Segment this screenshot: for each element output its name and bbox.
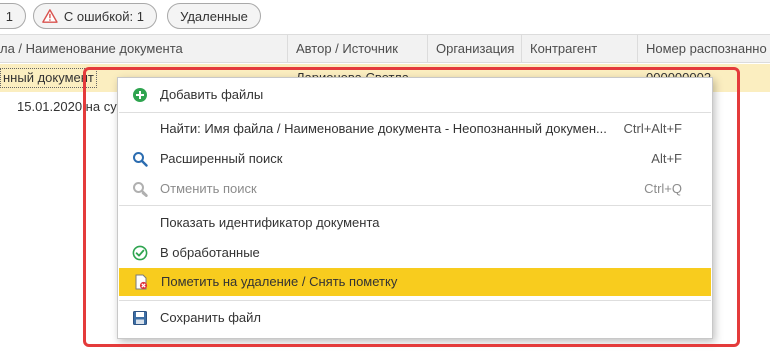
add-circle-icon [133,88,147,102]
menu-item-shortcut: Ctrl+Q [644,181,682,196]
menu-item-save-file[interactable]: Сохранить файл [118,304,712,332]
menu-item-label: В обработанные [160,245,260,260]
menu-item-shortcut: Alt+F [651,151,682,166]
filter-deleted-label: Удаленные [180,8,248,24]
menu-item-cancel-search[interactable]: Отменить поиск Ctrl+Q [118,175,712,203]
menu-separator [119,112,711,113]
cancel-search-icon [133,182,148,197]
menu-item-add-files[interactable]: Добавить файлы [118,81,712,109]
column-header-author[interactable]: Автор / Источник [287,35,427,63]
check-circle-icon [132,245,148,261]
filter-count-pill[interactable]: 1 [0,3,26,29]
search-icon [133,152,148,167]
filter-error-label: С ошибкой: 1 [63,8,144,24]
column-header-counterparty[interactable]: Контрагент [521,35,637,63]
menu-item-label: Отменить поиск [160,181,257,196]
menu-item-label: Пометить на удаление / Снять пометку [161,274,398,289]
column-header-name[interactable]: ла / Наименование документа [0,35,287,63]
menu-item-find-by-field[interactable]: Найти: Имя файла / Наименование документ… [118,115,712,143]
table-header: ла / Наименование документа Автор / Исто… [0,34,770,63]
menu-item-shortcut: Ctrl+Alt+F [623,121,682,136]
column-header-organization[interactable]: Организация [427,35,521,63]
menu-item-label: Показать идентификатор документа [160,215,380,230]
menu-item-label: Добавить файлы [160,87,264,102]
filter-deleted-pill[interactable]: Удаленные [167,3,261,29]
filter-count-label: 1 [5,8,13,24]
menu-item-label: Расширенный поиск [160,151,283,166]
menu-item-label: Сохранить файл [160,310,261,325]
column-header-number[interactable]: Номер распознанно [637,35,770,63]
cell-document-name-text: нный документ [0,68,97,88]
filter-error-pill[interactable]: С ошибкой: 1 [33,3,157,29]
menu-item-label: Найти: Имя файла / Наименование документ… [160,121,607,136]
menu-separator [119,205,711,206]
floppy-disk-icon [133,311,147,325]
menu-item-show-document-id[interactable]: Показать идентификатор документа [118,209,712,237]
delete-mark-icon [135,274,148,290]
context-menu: Добавить файлы Найти: Имя файла / Наимен… [117,77,713,339]
menu-item-advanced-search[interactable]: Расширенный поиск Alt+F [118,145,712,173]
menu-item-move-to-processed[interactable]: В обработанные [118,239,712,267]
menu-item-mark-for-deletion[interactable]: Пометить на удаление / Снять пометку [119,268,711,296]
menu-separator [119,300,711,301]
warning-icon [42,9,58,23]
